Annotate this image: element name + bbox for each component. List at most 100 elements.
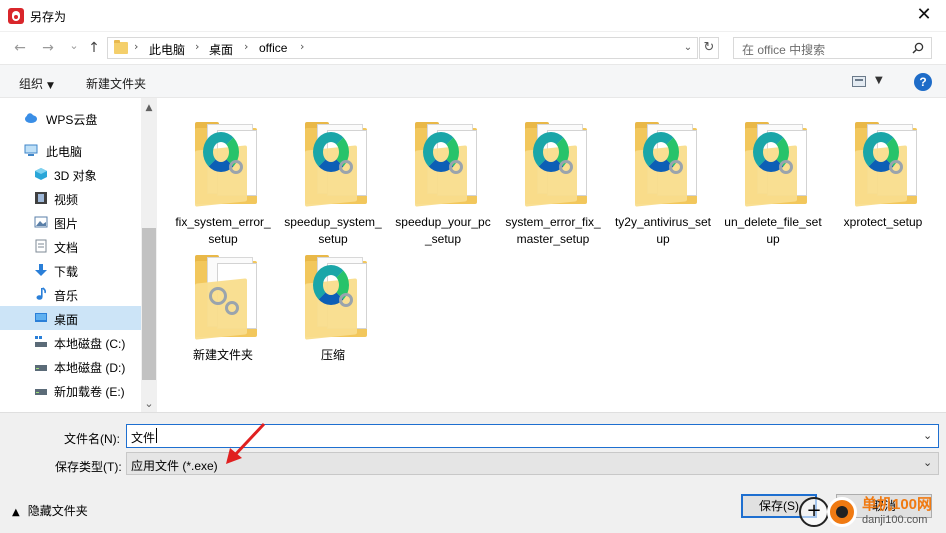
sidebar-scrollbar-thumb[interactable] bbox=[142, 228, 156, 380]
watermark-url: danji100.com bbox=[862, 514, 928, 526]
watermark-plus-icon: + bbox=[799, 497, 829, 527]
filename-label: 文件名(N): bbox=[64, 432, 120, 446]
file-item-label: ty2y_antivirus_setup bbox=[614, 215, 712, 246]
app-logo-icon bbox=[8, 8, 24, 24]
drive-icon bbox=[35, 389, 47, 395]
recent-locations-button[interactable]: ⌄ bbox=[64, 35, 84, 57]
folder-edge-icon bbox=[525, 118, 587, 207]
sidebar-item-desktop[interactable]: 桌面 bbox=[0, 306, 141, 330]
forward-button[interactable]: → bbox=[38, 37, 58, 59]
film-icon bbox=[35, 192, 47, 204]
filetype-label: 保存类型(T): bbox=[55, 460, 122, 474]
sidebar-item-wps-cloud[interactable]: WPS云盘 bbox=[0, 106, 141, 130]
annotation-arrow bbox=[226, 422, 266, 464]
sidebar-item-label: 新加载卷 (E:) bbox=[54, 385, 125, 399]
file-item[interactable]: un_delete_file_setup bbox=[723, 110, 823, 246]
file-item[interactable]: 压缩 bbox=[283, 243, 383, 367]
help-icon[interactable]: ? bbox=[914, 73, 932, 91]
scroll-down-button[interactable]: ⌄ bbox=[141, 396, 157, 412]
file-item[interactable]: fix_system_error_setup bbox=[173, 110, 273, 246]
folder-icon bbox=[114, 40, 128, 54]
search-icon bbox=[912, 42, 924, 54]
cloud-icon bbox=[25, 113, 37, 123]
address-bar[interactable]: › 此电脑 › 桌面 › office › ⌄ bbox=[107, 37, 698, 59]
sidebar-item-label: 文档 bbox=[54, 241, 79, 255]
chevron-up-icon: ▲ bbox=[12, 507, 20, 518]
view-mode-icon[interactable] bbox=[852, 76, 866, 87]
file-item-label: 新建文件夹 bbox=[192, 348, 253, 362]
sidebar-item-drive-d[interactable]: 本地磁盘 (D:) bbox=[0, 354, 141, 378]
sidebar-item-documents[interactable]: 文档 bbox=[0, 234, 141, 258]
new-folder-button[interactable]: 新建文件夹 bbox=[86, 75, 146, 92]
desktop-icon bbox=[35, 313, 47, 322]
cube-icon bbox=[35, 168, 47, 180]
sidebar-item-downloads[interactable]: 下载 bbox=[0, 258, 141, 282]
sidebar-item-label: 音乐 bbox=[54, 289, 79, 303]
breadcrumb-separator: › bbox=[244, 40, 249, 53]
sidebar-item-pictures[interactable]: 图片 bbox=[0, 210, 141, 234]
sidebar-item-label: 下载 bbox=[54, 265, 79, 279]
address-dropdown-button[interactable]: ⌄ bbox=[680, 39, 696, 57]
file-item[interactable]: xprotect_setup bbox=[833, 110, 933, 234]
organize-label: 组织 bbox=[19, 77, 44, 91]
command-toolbar: 组织 ▼ 新建文件夹 ▼ ? bbox=[0, 64, 946, 98]
file-item[interactable]: ty2y_antivirus_setup bbox=[613, 110, 713, 246]
file-item-label: un_delete_file_setup bbox=[724, 215, 822, 246]
file-item[interactable]: speedup_system_setup bbox=[283, 110, 383, 246]
sidebar-item-label: 本地磁盘 (D:) bbox=[54, 361, 126, 375]
file-item-label: xprotect_setup bbox=[843, 215, 923, 229]
title-bar: 另存为 ✕ bbox=[0, 0, 946, 32]
up-button[interactable]: ↑ bbox=[84, 37, 104, 59]
back-button[interactable]: ← bbox=[10, 37, 30, 59]
hide-folders-button[interactable]: ▲ 隐藏文件夹 bbox=[12, 502, 88, 519]
hide-folders-label: 隐藏文件夹 bbox=[27, 504, 88, 518]
close-button[interactable]: ✕ bbox=[912, 4, 936, 28]
sidebar-item-music[interactable]: 音乐 bbox=[0, 282, 141, 306]
file-item[interactable]: 新建文件夹 bbox=[173, 243, 273, 367]
sidebar-item-label: 3D 对象 bbox=[54, 169, 97, 183]
drive-c-icon bbox=[35, 336, 47, 347]
breadcrumb-this-pc[interactable]: 此电脑 bbox=[149, 41, 185, 58]
breadcrumb-desktop[interactable]: 桌面 bbox=[209, 41, 233, 58]
folder-edge-icon bbox=[305, 118, 367, 207]
sidebar-item-label: 桌面 bbox=[54, 313, 79, 327]
music-icon bbox=[36, 287, 47, 300]
document-icon bbox=[35, 239, 47, 253]
file-item-label: system_error_fix_master_setup bbox=[505, 215, 601, 246]
folder-edge-icon bbox=[855, 118, 917, 207]
sidebar-item-label: 图片 bbox=[54, 217, 79, 231]
filename-value: 文件 bbox=[131, 431, 156, 445]
scroll-up-button[interactable]: ▲ bbox=[141, 100, 157, 116]
file-list: fix_system_error_setup speedup_system_set… bbox=[157, 98, 946, 412]
sidebar-item-label: WPS云盘 bbox=[46, 113, 98, 127]
folder-edge-icon bbox=[415, 118, 477, 207]
refresh-button[interactable]: ↻ bbox=[699, 37, 719, 59]
folder-edge-icon bbox=[305, 251, 367, 340]
search-input[interactable]: 在 office 中搜索 bbox=[733, 37, 932, 59]
search-placeholder: 在 office 中搜索 bbox=[742, 43, 826, 57]
breadcrumb-office[interactable]: office bbox=[259, 41, 287, 55]
sidebar-item-this-pc[interactable]: 此电脑 bbox=[0, 138, 141, 162]
folder-edge-icon bbox=[195, 118, 257, 207]
chevron-down-icon: ▼ bbox=[47, 81, 54, 91]
text-caret bbox=[156, 428, 157, 443]
computer-icon bbox=[24, 144, 38, 156]
file-item[interactable]: speedup_your_pc_setup bbox=[393, 110, 493, 246]
file-item[interactable]: system_error_fix_master_setup bbox=[503, 110, 603, 246]
sidebar-item-drive-c[interactable]: 本地磁盘 (C:) bbox=[0, 330, 141, 354]
view-options-button[interactable]: ▼ bbox=[875, 75, 883, 86]
file-item-label: speedup_your_pc_setup bbox=[395, 215, 491, 246]
window-title: 另存为 bbox=[30, 10, 67, 24]
sidebar-item-drive-e[interactable]: 新加载卷 (E:) bbox=[0, 378, 141, 402]
chevron-down-icon[interactable]: ⌄ bbox=[923, 456, 932, 469]
drive-icon bbox=[35, 365, 47, 371]
sidebar-item-label: 视频 bbox=[54, 193, 79, 207]
download-icon bbox=[35, 264, 47, 276]
chevron-down-icon[interactable]: ⌄ bbox=[923, 429, 932, 442]
organize-button[interactable]: 组织 ▼ bbox=[19, 75, 54, 92]
sidebar-item-videos[interactable]: 视频 bbox=[0, 186, 141, 210]
sidebar-item-label: 此电脑 bbox=[46, 145, 83, 159]
picture-icon bbox=[34, 216, 48, 228]
folder-edge-icon bbox=[745, 118, 807, 207]
sidebar-item-3d-objects[interactable]: 3D 对象 bbox=[0, 162, 141, 186]
